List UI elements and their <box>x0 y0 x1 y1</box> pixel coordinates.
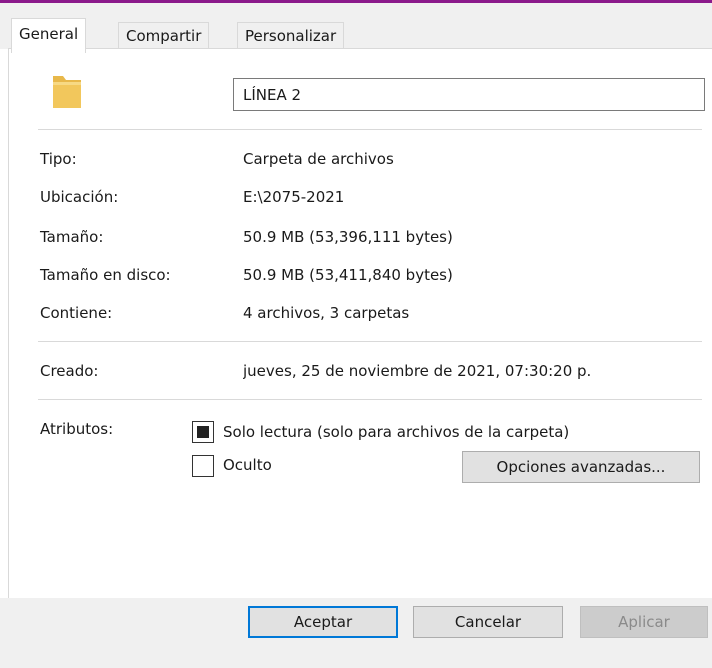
tipo-value: Carpeta de archivos <box>243 150 394 168</box>
folder-name-input[interactable] <box>233 78 705 111</box>
tipo-label: Tipo: <box>40 150 77 168</box>
hidden-label[interactable]: Oculto <box>223 455 272 475</box>
folder-icon <box>53 76 81 108</box>
atributos-label: Atributos: <box>40 420 114 438</box>
ubicacion-value: E:\2075-2021 <box>243 188 345 206</box>
advanced-options-button[interactable]: Opciones avanzadas... <box>462 451 700 483</box>
readonly-checkbox[interactable] <box>192 421 214 443</box>
tab-general[interactable]: General <box>11 18 87 53</box>
hidden-checkbox[interactable] <box>192 455 214 477</box>
ok-button[interactable]: Aceptar <box>248 606 398 638</box>
creado-value: jueves, 25 de noviembre de 2021, 07:30:2… <box>243 362 592 380</box>
creado-label: Creado: <box>40 362 99 380</box>
contiene-value: 4 archivos, 3 carpetas <box>243 304 410 322</box>
contiene-label: Contiene: <box>40 304 113 322</box>
tamano-label: Tamaño: <box>40 228 104 246</box>
apply-button: Aplicar <box>580 606 708 638</box>
tamano-disco-label: Tamaño en disco: <box>40 266 171 284</box>
tamano-disco-value: 50.9 MB (53,411,840 bytes) <box>243 266 453 284</box>
indeterminate-mark-icon <box>197 426 209 438</box>
properties-dialog: General Compartir Personalizar Tipo: Car… <box>0 0 712 668</box>
dialog-footer: Aceptar Cancelar Aplicar <box>0 598 712 668</box>
tamano-value: 50.9 MB (53,396,111 bytes) <box>243 228 453 246</box>
separator-bottom <box>38 399 702 400</box>
readonly-label[interactable]: Solo lectura (solo para archivos de la c… <box>223 422 569 442</box>
ubicacion-label: Ubicación: <box>40 188 119 206</box>
cancel-button[interactable]: Cancelar <box>413 606 563 638</box>
tab-personalizar[interactable]: Personalizar <box>237 22 345 50</box>
tab-compartir[interactable]: Compartir <box>118 22 210 50</box>
separator-top <box>38 129 702 130</box>
separator-middle <box>38 341 702 342</box>
tab-bar: General Compartir Personalizar <box>0 3 712 53</box>
general-tab-panel <box>8 48 712 598</box>
